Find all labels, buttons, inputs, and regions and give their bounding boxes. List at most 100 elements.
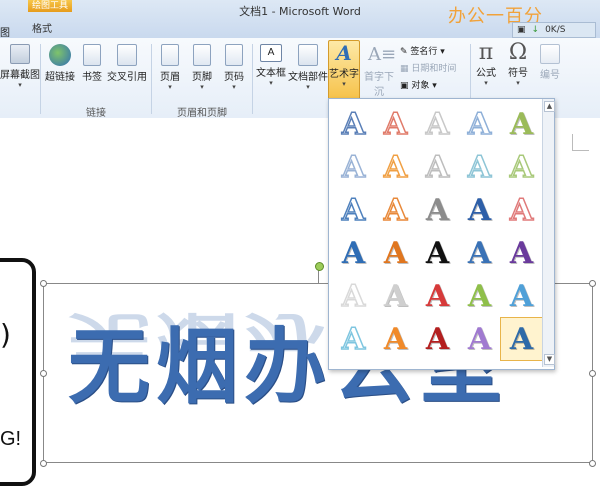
signature-line-button[interactable]: ✎ 签名行 ▾ bbox=[400, 44, 470, 61]
wordart-style-option[interactable]: A bbox=[375, 146, 416, 188]
resize-handle-bottom-left[interactable] bbox=[40, 460, 47, 467]
wordart-style-option[interactable]: A bbox=[459, 103, 500, 145]
wordart-style-option[interactable]: A bbox=[417, 232, 458, 274]
wordart-style-option[interactable]: A bbox=[459, 275, 500, 317]
header-icon bbox=[161, 44, 179, 66]
gallery-scrollbar[interactable]: ▲ ▼ bbox=[542, 99, 555, 367]
drop-cap-icon: A≡ bbox=[368, 44, 397, 65]
wordart-style-option[interactable]: A bbox=[333, 318, 374, 360]
wordart-button[interactable]: A 艺术字 ▾ bbox=[328, 40, 360, 100]
equation-button[interactable]: π 公式 ▾ bbox=[472, 40, 500, 87]
crossref-label: 交叉引用 bbox=[107, 72, 147, 83]
rotation-handle[interactable] bbox=[315, 262, 324, 271]
chevron-down-icon: ▾ bbox=[342, 80, 346, 88]
chevron-down-icon: ▾ bbox=[484, 79, 488, 87]
wordart-style-option[interactable]: A bbox=[417, 318, 458, 360]
quick-parts-label: 文档部件 bbox=[288, 72, 328, 83]
sign-frame-shape[interactable] bbox=[0, 258, 36, 486]
textbox-button[interactable]: A 文本框 ▾ bbox=[256, 44, 286, 87]
sign-caption-text: G! bbox=[0, 428, 22, 450]
wordart-style-option[interactable]: A bbox=[417, 103, 458, 145]
header-button[interactable]: 页眉 ▾ bbox=[156, 44, 184, 91]
resize-handle-top-left[interactable] bbox=[40, 280, 47, 287]
bookmark-icon bbox=[83, 44, 101, 66]
page-number-button[interactable]: 页码 ▾ bbox=[220, 44, 248, 91]
textbox-label: 文本框 bbox=[256, 68, 286, 79]
quick-parts-button[interactable]: 文档部件 ▾ bbox=[288, 44, 328, 91]
wordart-style-option[interactable]: A bbox=[501, 146, 542, 188]
wordart-style-option[interactable]: A bbox=[375, 318, 416, 360]
page-margin-corner bbox=[572, 134, 589, 151]
bookmark-button[interactable]: 书签 bbox=[80, 44, 104, 83]
bookmark-label: 书签 bbox=[82, 72, 102, 83]
wordart-style-option[interactable]: A bbox=[501, 103, 542, 145]
wordart-style-gallery: AAAAAAAAAAAAAAAAAAAAAAAAAAAAAA ▲ ▼ bbox=[328, 98, 555, 370]
wordart-style-option[interactable]: A bbox=[417, 189, 458, 231]
wordart-style-option[interactable]: A bbox=[375, 103, 416, 145]
quick-parts-icon bbox=[298, 44, 318, 66]
wordart-style-option[interactable]: A bbox=[500, 317, 543, 361]
wordart-style-option[interactable]: A bbox=[501, 232, 542, 274]
wordart-style-option[interactable]: A bbox=[459, 146, 500, 188]
ribbon-separator bbox=[40, 44, 41, 114]
footer-icon bbox=[193, 44, 211, 66]
pi-icon: π bbox=[478, 40, 494, 65]
header-label: 页眉 bbox=[160, 72, 180, 83]
wordart-style-option[interactable]: A bbox=[333, 189, 374, 231]
numbering-icon bbox=[540, 44, 560, 64]
footer-button[interactable]: 页脚 ▾ bbox=[188, 44, 216, 91]
screenshot-button[interactable]: 屏幕截图 ▾ bbox=[0, 44, 40, 89]
wordart-style-option[interactable]: A bbox=[333, 232, 374, 274]
drop-cap-button[interactable]: A≡ 首字下沉 bbox=[360, 44, 398, 98]
omega-icon: Ω bbox=[508, 40, 528, 65]
wordart-style-grid: AAAAAAAAAAAAAAAAAAAAAAAAAAAAAA bbox=[333, 103, 543, 361]
hyperlink-button[interactable]: 超链接 bbox=[44, 44, 76, 83]
monitor-icon: ▣ bbox=[517, 25, 526, 35]
wordart-style-option[interactable]: A bbox=[375, 275, 416, 317]
date-time-button[interactable]: ▦ 日期和时间 bbox=[400, 61, 470, 78]
chevron-down-icon: ▾ bbox=[200, 83, 204, 91]
net-speed-value: 0K/S bbox=[545, 25, 566, 35]
ribbon-separator bbox=[252, 44, 253, 114]
group-label-links: 链接 bbox=[86, 108, 106, 119]
chevron-down-icon: ▾ bbox=[18, 81, 22, 89]
wordart-style-option[interactable]: A bbox=[459, 232, 500, 274]
download-arrow-icon: ↓ bbox=[531, 25, 540, 35]
chevron-down-icon: ▾ bbox=[232, 83, 236, 91]
insert-small-group: ✎ 签名行 ▾ ▦ 日期和时间 ▣ 对象 ▾ bbox=[400, 44, 470, 95]
drop-cap-label: 首字下沉 bbox=[364, 72, 394, 98]
object-button[interactable]: ▣ 对象 ▾ bbox=[400, 78, 470, 95]
numbering-label: 编号 bbox=[540, 70, 560, 81]
wordart-style-option[interactable]: A bbox=[375, 189, 416, 231]
wordart-style-option[interactable]: A bbox=[501, 275, 542, 317]
wordart-style-option[interactable]: A bbox=[417, 275, 458, 317]
wordart-style-option[interactable]: A bbox=[417, 146, 458, 188]
wordart-style-option[interactable]: A bbox=[501, 189, 542, 231]
scroll-down-icon[interactable]: ▼ bbox=[544, 354, 555, 365]
cross-reference-icon bbox=[117, 44, 137, 66]
wordart-style-option[interactable]: A bbox=[333, 146, 374, 188]
wordart-label: 艺术字 bbox=[329, 69, 359, 80]
scroll-up-icon[interactable]: ▲ bbox=[544, 101, 555, 112]
resize-handle-bottom-right[interactable] bbox=[589, 460, 596, 467]
tab-format[interactable]: 格式 bbox=[32, 20, 52, 35]
calendar-icon: ▦ bbox=[400, 64, 412, 74]
screenshot-icon bbox=[10, 44, 30, 64]
wordart-icon: A bbox=[336, 41, 352, 65]
page-number-label: 页码 bbox=[224, 72, 244, 83]
page-number-icon bbox=[225, 44, 243, 66]
resize-handle-right[interactable] bbox=[589, 370, 596, 377]
wordart-style-option[interactable]: A bbox=[459, 318, 500, 360]
resize-handle-left[interactable] bbox=[40, 370, 47, 377]
crossref-button[interactable]: 交叉引用 bbox=[106, 44, 148, 83]
resize-handle-top-right[interactable] bbox=[589, 280, 596, 287]
numbering-button[interactable]: 编号 bbox=[536, 44, 564, 81]
wordart-style-option[interactable]: A bbox=[459, 189, 500, 231]
wordart-style-option[interactable]: A bbox=[375, 232, 416, 274]
wordart-style-option[interactable]: A bbox=[333, 103, 374, 145]
ribbon-separator bbox=[151, 44, 152, 114]
rotation-handle-stem bbox=[318, 269, 319, 283]
wordart-style-option[interactable]: A bbox=[333, 275, 374, 317]
symbol-button[interactable]: Ω 符号 ▾ bbox=[504, 40, 532, 87]
chevron-down-icon: ▾ bbox=[306, 83, 310, 91]
